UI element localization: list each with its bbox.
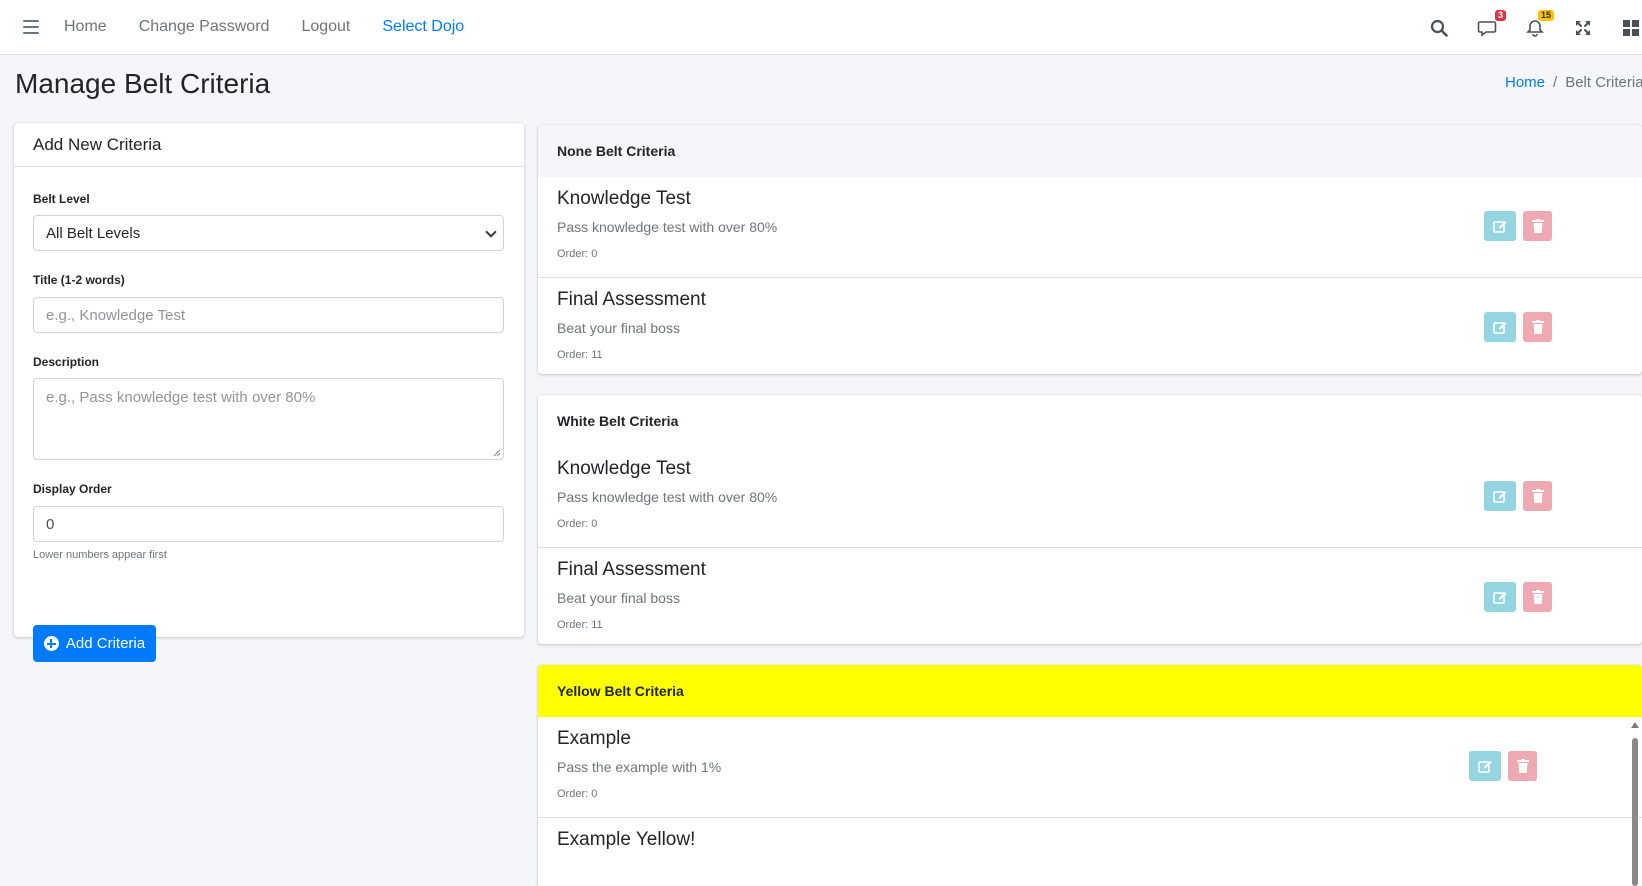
edit-icon <box>1493 592 1507 604</box>
criteria-order: Order: 11 <box>557 349 603 361</box>
criteria-description: Beat your final boss <box>557 320 680 336</box>
resize-grip-icon[interactable] <box>493 449 501 457</box>
belt-card-white: White Belt Criteria Knowledge Test Pass … <box>538 395 1642 644</box>
criteria-description: Pass knowledge test with over 80% <box>557 489 778 505</box>
criteria-order: Order: 0 <box>557 248 598 260</box>
belt-level-label: Belt Level <box>33 192 90 206</box>
criteria-order: Order: 0 <box>557 788 598 800</box>
page-title: Manage Belt Criteria <box>15 68 271 99</box>
edit-icon <box>1493 322 1507 334</box>
breadcrumb-home-link[interactable]: Home <box>1505 74 1545 91</box>
description-textarea-placeholder: e.g., Pass knowledge test with over 80% <box>46 389 316 406</box>
edit-icon <box>1478 761 1492 773</box>
trash-icon <box>1516 759 1529 773</box>
delete-button[interactable] <box>1508 751 1537 781</box>
grid-apps-icon[interactable] <box>1620 17 1642 39</box>
description-label: Description <box>33 355 100 369</box>
criteria-row: Knowledge Test Pass knowledge test with … <box>538 177 1642 277</box>
criteria-title: Example <box>557 728 631 749</box>
plus-circle-icon <box>43 636 59 651</box>
trash-icon <box>1531 320 1544 334</box>
trash-icon <box>1531 590 1544 604</box>
bell-icon[interactable]: 15 <box>1524 9 1554 39</box>
title-input[interactable]: e.g., Knowledge Test <box>33 297 504 333</box>
criteria-row: Example Pass the example with 1% Order: … <box>538 717 1642 817</box>
edit-button[interactable] <box>1469 751 1501 781</box>
belt-card-header: White Belt Criteria <box>538 395 1642 447</box>
hamburger-menu-icon[interactable] <box>23 20 39 34</box>
scrollbar-thumb[interactable] <box>1632 738 1638 886</box>
criteria-description: Pass the example with 1% <box>557 759 722 775</box>
vertical-scrollbar[interactable] <box>1628 718 1642 886</box>
breadcrumb-current: Belt Criteria <box>1565 74 1642 91</box>
belt-level-selected-value: All Belt Levels <box>46 224 141 242</box>
add-criteria-card: Add New Criteria Belt Level All Belt Lev… <box>14 123 524 662</box>
add-criteria-button-label: Add Criteria <box>65 635 146 652</box>
edit-icon <box>1493 491 1507 503</box>
navbar-right-icons: 3 15 <box>1428 0 1642 55</box>
notifications-badge: 15 <box>1537 9 1554 21</box>
search-icon[interactable] <box>1428 17 1450 39</box>
criteria-order: Order: 11 <box>557 619 603 631</box>
edit-button[interactable] <box>1484 481 1516 511</box>
criteria-title: Final Assessment <box>557 559 706 580</box>
belt-card-none: None Belt Criteria Knowledge Test Pass k… <box>538 125 1642 374</box>
nav-link-home[interactable]: Home <box>64 18 107 36</box>
edit-button[interactable] <box>1484 582 1516 612</box>
nav-link-change-password[interactable]: Change Password <box>139 18 270 36</box>
description-textarea[interactable]: e.g., Pass knowledge test with over 80% <box>33 378 504 460</box>
belt-card-header: None Belt Criteria <box>538 125 1642 177</box>
chevron-down-icon <box>485 226 497 238</box>
delete-button[interactable] <box>1523 582 1552 612</box>
criteria-title: Knowledge Test <box>557 458 691 479</box>
fullscreen-icon[interactable] <box>1572 17 1594 39</box>
breadcrumb: Home / Belt Criteria <box>1505 74 1642 91</box>
display-order-help: Lower numbers appear first <box>33 549 167 561</box>
edit-icon <box>1493 221 1507 233</box>
criteria-title: Knowledge Test <box>557 188 691 209</box>
belt-level-select[interactable]: All Belt Levels <box>33 215 504 251</box>
criteria-row: Final Assessment Beat your final boss Or… <box>538 547 1642 644</box>
add-criteria-button[interactable]: Add Criteria <box>33 625 156 662</box>
trash-icon <box>1531 489 1544 503</box>
scroll-up-arrow-icon[interactable] <box>1631 722 1639 728</box>
display-order-input[interactable]: 0 <box>33 506 504 542</box>
add-criteria-card-header: Add New Criteria <box>14 123 524 167</box>
nav-link-logout[interactable]: Logout <box>301 18 350 36</box>
criteria-title: Final Assessment <box>557 289 706 310</box>
belt-card-header: Yellow Belt Criteria <box>538 665 1642 717</box>
criteria-order: Order: 0 <box>557 518 598 530</box>
title-label: Title (1-2 words) <box>33 273 125 287</box>
criteria-description: Pass knowledge test with over 80% <box>557 219 778 235</box>
criteria-row: Final Assessment Beat your final boss Or… <box>538 277 1642 374</box>
display-order-value: 0 <box>46 515 55 533</box>
criteria-description: Beat your final boss <box>557 590 680 606</box>
delete-button[interactable] <box>1523 312 1552 342</box>
title-input-placeholder: e.g., Knowledge Test <box>46 306 185 324</box>
messages-icon[interactable]: 3 <box>1476 9 1506 39</box>
top-navbar: Home Change Password Logout Select Dojo … <box>0 0 1642 55</box>
display-order-label: Display Order <box>33 482 112 496</box>
criteria-title: Example Yellow! <box>557 829 696 850</box>
messages-badge: 3 <box>1494 9 1506 21</box>
delete-button[interactable] <box>1523 481 1552 511</box>
delete-button[interactable] <box>1523 211 1552 241</box>
belt-card-yellow: Yellow Belt Criteria Example Pass the ex… <box>538 665 1642 886</box>
nav-link-select-dojo[interactable]: Select Dojo <box>382 18 464 36</box>
breadcrumb-separator: / <box>1553 74 1558 91</box>
criteria-row: Knowledge Test Pass knowledge test with … <box>538 447 1642 547</box>
edit-button[interactable] <box>1484 312 1516 342</box>
criteria-row: Example Yellow! <box>538 817 1642 886</box>
edit-button[interactable] <box>1484 211 1516 241</box>
trash-icon <box>1531 219 1544 233</box>
